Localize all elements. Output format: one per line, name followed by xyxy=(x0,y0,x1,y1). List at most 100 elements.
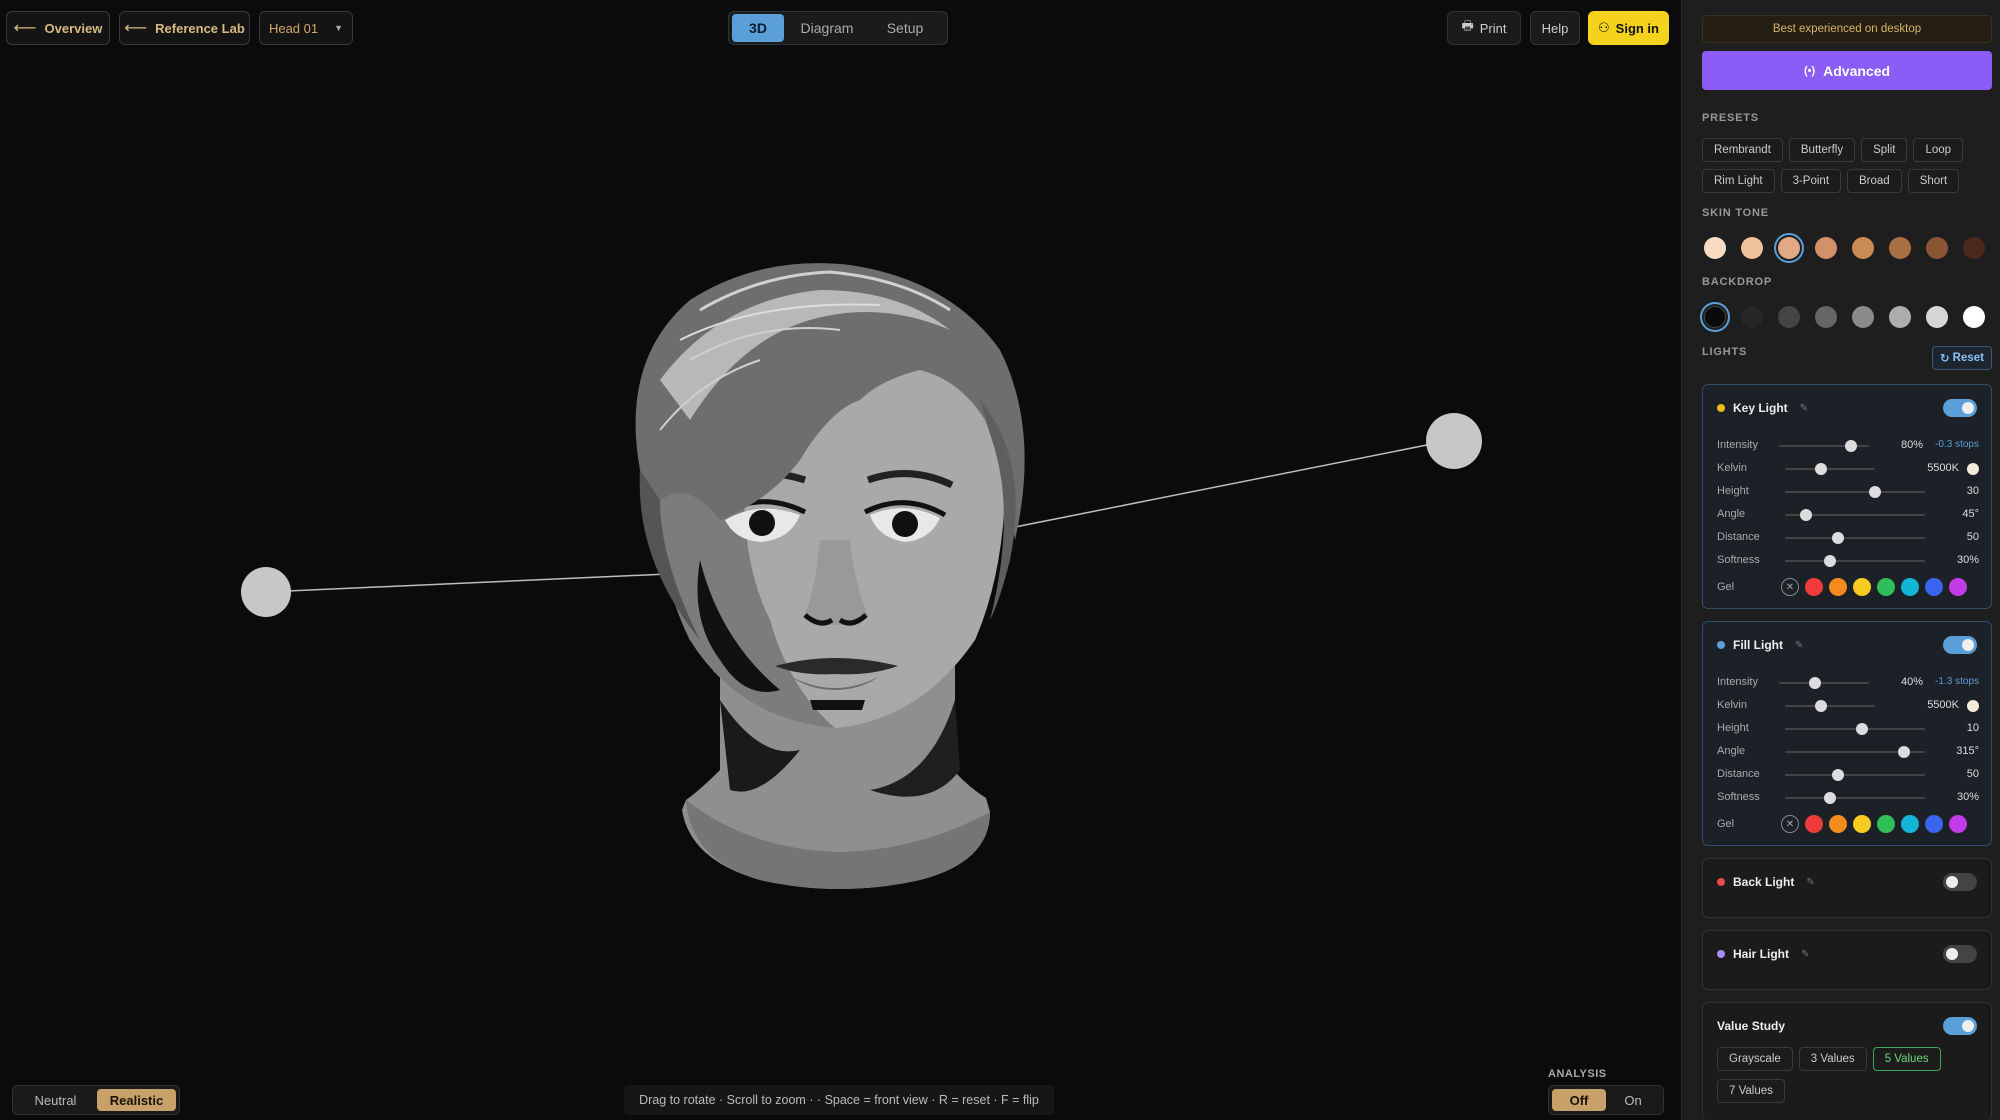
distance-slider-thumb[interactable] xyxy=(1832,769,1845,781)
height-slider-track[interactable] xyxy=(1785,728,1925,730)
key-light-sphere[interactable] xyxy=(1426,413,1482,469)
hair-light-name: Hair Light xyxy=(1733,947,1789,961)
gel-swatch[interactable] xyxy=(1829,815,1847,833)
edit-icon[interactable]: ✎ xyxy=(1806,877,1814,888)
backdrop-swatch[interactable] xyxy=(1778,306,1800,328)
gel-swatch[interactable] xyxy=(1901,578,1919,596)
value-study-5-values[interactable]: 5 Values xyxy=(1872,1047,1941,1071)
gel-swatch[interactable] xyxy=(1877,815,1895,833)
analysis-off[interactable]: Off xyxy=(1552,1089,1606,1111)
softness-slider-thumb[interactable] xyxy=(1823,555,1836,567)
preset-rim-light[interactable]: Rim Light xyxy=(1702,169,1775,193)
preset-butterfly[interactable]: Butterfly xyxy=(1788,138,1856,162)
softness-slider-track[interactable] xyxy=(1785,560,1925,562)
edit-icon[interactable]: ✎ xyxy=(1795,640,1803,651)
backdrop-swatch[interactable] xyxy=(1704,306,1726,328)
gel-swatch[interactable] xyxy=(1805,578,1823,596)
print-button[interactable]: 🖶 Print xyxy=(1447,11,1521,45)
height-slider-thumb[interactable] xyxy=(1856,723,1868,735)
kelvin-slider-track[interactable] xyxy=(1785,468,1875,470)
gel-swatch[interactable] xyxy=(1853,578,1871,596)
kelvin-slider-thumb[interactable] xyxy=(1815,700,1827,712)
distance-value: 50 xyxy=(1966,768,1979,780)
mode-neutral[interactable]: Neutral xyxy=(16,1089,95,1111)
skin-tone-swatch[interactable] xyxy=(1926,237,1948,259)
backdrop-swatch[interactable] xyxy=(1815,306,1837,328)
gel-swatch[interactable] xyxy=(1925,815,1943,833)
kelvin-slider-thumb[interactable] xyxy=(1815,463,1827,475)
gel-swatch[interactable] xyxy=(1901,815,1919,833)
distance-slider-thumb[interactable] xyxy=(1832,532,1845,544)
preset-rembrandt[interactable]: Rembrandt xyxy=(1702,138,1783,162)
hair-light-toggle[interactable] xyxy=(1943,945,1977,963)
analysis-on[interactable]: On xyxy=(1606,1089,1660,1111)
height-slider-track[interactable] xyxy=(1785,491,1925,493)
tab-setup[interactable]: Setup xyxy=(870,14,940,42)
back-light-header: Back Light ✎ xyxy=(1717,875,1815,889)
preset-3-point[interactable]: 3-Point xyxy=(1780,169,1842,193)
angle-slider-thumb[interactable] xyxy=(1898,746,1910,758)
value-study-grayscale[interactable]: Grayscale xyxy=(1717,1047,1793,1071)
value-study-toggle[interactable] xyxy=(1943,1017,1977,1035)
preset-broad[interactable]: Broad xyxy=(1847,169,1902,193)
intensity-slider-track[interactable] xyxy=(1779,682,1869,684)
kelvin-slider-track[interactable] xyxy=(1785,705,1875,707)
skin-tone-swatch[interactable] xyxy=(1704,237,1726,259)
softness-slider-track[interactable] xyxy=(1785,797,1925,799)
fill-light-sphere[interactable] xyxy=(241,567,291,617)
reset-lights-button[interactable]: ↻ Reset xyxy=(1932,346,1992,370)
edit-icon[interactable]: ✎ xyxy=(1801,949,1809,960)
preset-loop[interactable]: Loop xyxy=(1913,138,1964,162)
backdrop-swatch[interactable] xyxy=(1926,306,1948,328)
value-study-3-values[interactable]: 3 Values xyxy=(1798,1047,1867,1071)
overview-button[interactable]: ⟵ Overview xyxy=(6,11,110,45)
head-model[interactable] xyxy=(635,263,1025,889)
edit-icon[interactable]: ✎ xyxy=(1800,403,1808,414)
skin-tone-swatch[interactable] xyxy=(1778,237,1800,259)
no-gel-icon[interactable]: ✕ xyxy=(1781,815,1799,833)
gel-swatch[interactable] xyxy=(1877,578,1895,596)
fill-light-toggle[interactable] xyxy=(1943,636,1977,654)
gel-swatch[interactable] xyxy=(1949,815,1967,833)
backdrop-swatch[interactable] xyxy=(1889,306,1911,328)
advanced-button[interactable]: (•) Advanced xyxy=(1702,51,1992,90)
tab-diagram[interactable]: Diagram xyxy=(784,14,870,42)
preset-split[interactable]: Split xyxy=(1861,138,1908,162)
skin-tone-swatch[interactable] xyxy=(1963,237,1985,259)
gel-swatch[interactable] xyxy=(1829,578,1847,596)
3d-viewport[interactable] xyxy=(0,0,1681,1120)
mode-realistic[interactable]: Realistic xyxy=(97,1089,176,1111)
intensity-slider-thumb[interactable] xyxy=(1845,440,1857,452)
head-select[interactable]: Head 01 ▼ xyxy=(259,11,353,45)
reference-lab-button[interactable]: ⟵ Reference Lab xyxy=(119,11,250,45)
advanced-label: Advanced xyxy=(1823,62,1891,79)
skin-tone-swatch[interactable] xyxy=(1852,237,1874,259)
gel-swatch[interactable] xyxy=(1853,815,1871,833)
softness-slider-thumb[interactable] xyxy=(1823,792,1836,804)
key-light-card: Key Light ✎ Intensity 80% -0.3 stops Kel… xyxy=(1702,384,1992,609)
sign-in-button[interactable]: ⚇ Sign in xyxy=(1588,11,1669,45)
no-gel-icon[interactable]: ✕ xyxy=(1781,578,1799,596)
intensity-label: Intensity xyxy=(1717,676,1758,688)
distance-slider-track[interactable] xyxy=(1785,537,1925,539)
tab-3d[interactable]: 3D xyxy=(732,14,784,42)
angle-slider-thumb[interactable] xyxy=(1800,509,1812,521)
key-light-toggle[interactable] xyxy=(1943,399,1977,417)
scene-canvas[interactable] xyxy=(0,0,1681,1120)
gel-swatch[interactable] xyxy=(1949,578,1967,596)
help-button[interactable]: Help xyxy=(1530,11,1580,45)
intensity-slider-thumb[interactable] xyxy=(1809,677,1821,689)
skin-tone-swatch[interactable] xyxy=(1741,237,1763,259)
skin-tone-swatch[interactable] xyxy=(1815,237,1837,259)
back-light-toggle[interactable] xyxy=(1943,873,1977,891)
distance-slider-track[interactable] xyxy=(1785,774,1925,776)
skin-tone-swatch[interactable] xyxy=(1889,237,1911,259)
backdrop-swatch[interactable] xyxy=(1741,306,1763,328)
preset-short[interactable]: Short xyxy=(1907,169,1960,193)
backdrop-swatch[interactable] xyxy=(1852,306,1874,328)
height-slider-thumb[interactable] xyxy=(1868,486,1881,498)
backdrop-swatch[interactable] xyxy=(1963,306,1985,328)
gel-swatch[interactable] xyxy=(1925,578,1943,596)
gel-swatch[interactable] xyxy=(1805,815,1823,833)
value-study-7-values[interactable]: 7 Values xyxy=(1717,1079,1785,1103)
